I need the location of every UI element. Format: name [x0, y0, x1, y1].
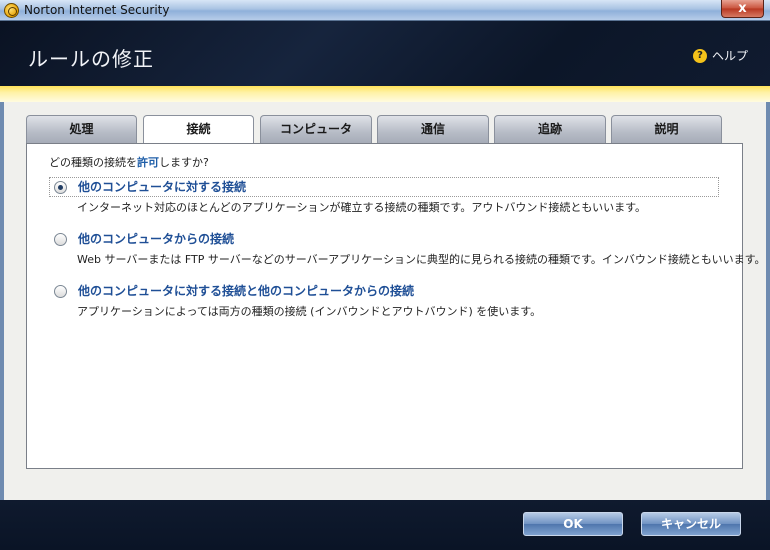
radio-inbound[interactable]: [54, 233, 67, 246]
question-suffix: しますか?: [159, 156, 209, 169]
help-link[interactable]: ? ヘルプ: [692, 47, 748, 64]
tab-description[interactable]: 説明: [611, 115, 722, 143]
window-title: Norton Internet Security: [24, 3, 170, 17]
option-label[interactable]: 他のコンピュータに対する接続: [78, 180, 246, 194]
option-both[interactable]: 他のコンピュータに対する接続と他のコンピュータからの接続 アプリケーションによっ…: [49, 281, 719, 319]
option-row[interactable]: 他のコンピュータに対する接続: [49, 177, 719, 197]
tab-tracking[interactable]: 追跡: [494, 115, 606, 143]
connection-panel: どの種類の接続を許可しますか? 他のコンピュータに対する接続 インターネット対応…: [26, 143, 766, 469]
question-text: どの種類の接続を許可しますか?: [49, 154, 209, 170]
footer-bar: OK キャンセル: [0, 500, 770, 550]
option-row[interactable]: 他のコンピュータに対する接続と他のコンピュータからの接続: [49, 281, 719, 301]
option-label[interactable]: 他のコンピュータからの接続: [78, 232, 234, 246]
tab-computer[interactable]: コンピュータ: [260, 115, 372, 143]
help-icon[interactable]: ?: [692, 48, 707, 63]
cancel-button[interactable]: キャンセル: [641, 512, 741, 536]
tab-connection[interactable]: 接続: [143, 115, 254, 145]
option-description: インターネット対応のほとんどのアプリケーションが確立する接続の種類です。アウトバ…: [77, 201, 647, 214]
option-outbound[interactable]: 他のコンピュータに対する接続 インターネット対応のほとんどのアプリケーションが確…: [49, 177, 719, 215]
radio-outbound[interactable]: [54, 181, 67, 194]
norton-logo-icon: [4, 3, 19, 18]
option-description: アプリケーションによっては両方の種類の接続 (インバウンドとアウトバウンド) を…: [77, 305, 542, 318]
help-label[interactable]: ヘルプ: [712, 47, 748, 64]
option-label[interactable]: 他のコンピュータに対する接続と他のコンピュータからの接続: [78, 284, 414, 298]
question-prefix: どの種類の接続を: [49, 156, 137, 169]
title-bar: Norton Internet Security x: [0, 0, 770, 21]
ok-button[interactable]: OK: [523, 512, 623, 536]
option-description: Web サーバーまたは FTP サーバーなどのサーバーアプリケーションに典型的に…: [77, 253, 766, 266]
close-button[interactable]: x: [721, 0, 764, 18]
page-title: ルールの修正: [28, 47, 154, 71]
content-area: 処理 接続 コンピュータ 通信 追跡 説明 どの種類の接続を許可しますか? 他の…: [4, 102, 766, 500]
option-row[interactable]: 他のコンピュータからの接続: [49, 229, 719, 249]
question-keyword: 許可: [137, 156, 159, 169]
accent-strip: [0, 86, 770, 102]
header-band: ルールの修正 ? ヘルプ: [0, 21, 770, 86]
radio-both[interactable]: [54, 285, 67, 298]
option-inbound[interactable]: 他のコンピュータからの接続 Web サーバーまたは FTP サーバーなどのサーバ…: [49, 229, 766, 267]
tab-communication[interactable]: 通信: [377, 115, 489, 143]
tab-action[interactable]: 処理: [26, 115, 137, 143]
